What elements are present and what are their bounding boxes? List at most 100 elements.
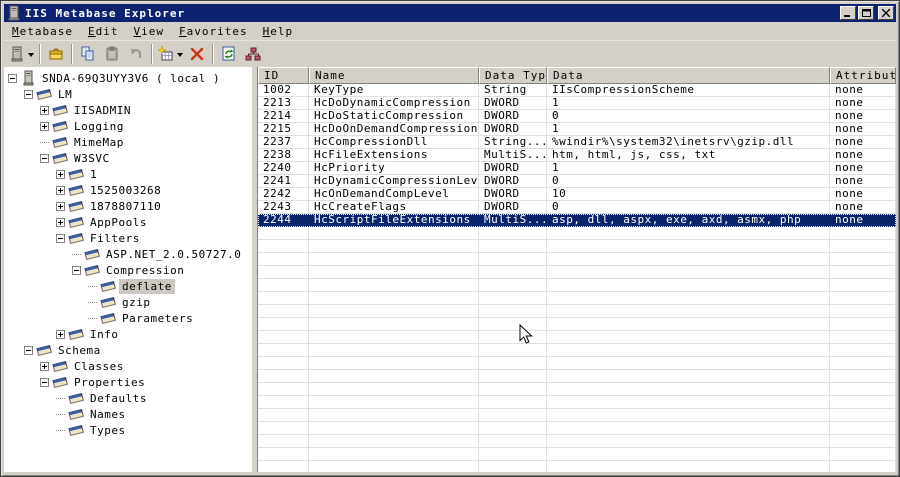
cell-attributes bbox=[830, 344, 896, 357]
table-row-empty[interactable] bbox=[258, 344, 896, 357]
menu-item-help[interactable]: Help bbox=[256, 23, 302, 40]
tree-node-asp-net-2-0-50727-0[interactable]: ASP.NET_2.0.50727.0 bbox=[4, 246, 251, 262]
tree-node-parameters[interactable]: Parameters bbox=[4, 310, 251, 326]
table-row-2242[interactable]: 2242 HcOnDemandCompLevel DWORD 10 none bbox=[258, 188, 896, 201]
table-row-empty[interactable] bbox=[258, 396, 896, 409]
hierarchy-view-button[interactable] bbox=[241, 43, 265, 65]
menu-item-view[interactable]: View bbox=[126, 23, 172, 40]
table-row-2241[interactable]: 2241 HcDynamicCompressionLevel DWORD 0 none bbox=[258, 175, 896, 188]
collapse-icon[interactable] bbox=[40, 377, 49, 387]
collapse-icon[interactable] bbox=[8, 73, 17, 83]
table-row-2240[interactable]: 2240 HcPriority DWORD 1 none bbox=[258, 162, 896, 175]
cell-id bbox=[258, 383, 309, 396]
cell-id: 2213 bbox=[258, 97, 309, 110]
menu-item-favorites[interactable]: Favorites bbox=[172, 23, 256, 40]
table-row-empty[interactable] bbox=[258, 279, 896, 292]
delete-button[interactable] bbox=[185, 43, 209, 65]
table-row-empty[interactable] bbox=[258, 240, 896, 253]
table-row-empty[interactable] bbox=[258, 318, 896, 331]
column-header-data-type[interactable]: Data Type bbox=[479, 67, 547, 84]
undo-button[interactable] bbox=[124, 43, 148, 65]
table-row-2244[interactable]: 2244 HcScriptFileExtensions MultiS... asp, … bbox=[258, 214, 896, 227]
table-row-empty[interactable] bbox=[258, 383, 896, 396]
maximize-button[interactable] bbox=[858, 6, 874, 20]
menu-item-metabase[interactable]: Metabase bbox=[5, 23, 81, 40]
table-row-empty[interactable] bbox=[258, 461, 896, 472]
tree-node-deflate[interactable]: deflate bbox=[4, 278, 251, 294]
tree-node-names[interactable]: Names bbox=[4, 406, 251, 422]
tree-node-properties[interactable]: Properties bbox=[4, 374, 251, 390]
column-header-name[interactable]: Name bbox=[309, 67, 479, 84]
tree-node-w3svc[interactable]: W3SVC bbox=[4, 150, 251, 166]
table-row-empty[interactable] bbox=[258, 292, 896, 305]
expand-icon[interactable] bbox=[56, 217, 65, 227]
table-row-empty[interactable] bbox=[258, 253, 896, 266]
collapse-icon[interactable] bbox=[72, 265, 81, 275]
tree-node-iisadmin[interactable]: IISADMIN bbox=[4, 102, 251, 118]
expand-icon[interactable] bbox=[40, 105, 49, 115]
table-row-1002[interactable]: 1002 KeyType String IIsCompressionScheme non… bbox=[258, 84, 896, 97]
cell-type: DWORD bbox=[479, 175, 547, 188]
tree-node-filters[interactable]: Filters bbox=[4, 230, 251, 246]
table-row-empty[interactable] bbox=[258, 331, 896, 344]
minimize-button[interactable] bbox=[840, 6, 856, 20]
table-row-2237[interactable]: 2237 HcCompressionDll String... %windir%\sy… bbox=[258, 136, 896, 149]
table-row-empty[interactable] bbox=[258, 422, 896, 435]
expand-icon[interactable] bbox=[40, 121, 49, 131]
copy-button[interactable] bbox=[76, 43, 100, 65]
tree-node-classes[interactable]: Classes bbox=[4, 358, 251, 374]
column-header-attributes[interactable]: Attributes bbox=[830, 67, 896, 84]
expand-icon[interactable] bbox=[56, 169, 65, 179]
paste-button[interactable] bbox=[100, 43, 124, 65]
table-row-empty[interactable] bbox=[258, 409, 896, 422]
column-header-id[interactable]: ID bbox=[258, 67, 309, 84]
tree-node-defaults[interactable]: Defaults bbox=[4, 390, 251, 406]
tree-node-compression[interactable]: Compression bbox=[4, 262, 251, 278]
tree-node-snda-69q3uyy3v6-local[interactable]: SNDA-69Q3UYY3V6 ( local ) bbox=[4, 70, 251, 86]
expand-icon[interactable] bbox=[56, 185, 65, 195]
table-row-empty[interactable] bbox=[258, 305, 896, 318]
tree-node-1[interactable]: 1 bbox=[4, 166, 251, 182]
table-row-empty[interactable] bbox=[258, 435, 896, 448]
tree-node-mimemap[interactable]: MimeMap bbox=[4, 134, 251, 150]
table-row-empty[interactable] bbox=[258, 357, 896, 370]
table-row-2215[interactable]: 2215 HcDoOnDemandCompression DWORD 1 none bbox=[258, 123, 896, 136]
collapse-icon[interactable] bbox=[24, 89, 33, 99]
expand-icon[interactable] bbox=[40, 361, 49, 371]
tree-node-types[interactable]: Types bbox=[4, 422, 251, 438]
tree-node-gzip[interactable]: gzip bbox=[4, 294, 251, 310]
tree-node-apppools[interactable]: AppPools bbox=[4, 214, 251, 230]
table-row-empty[interactable] bbox=[258, 266, 896, 279]
expand-icon[interactable] bbox=[56, 329, 65, 339]
dropdown-arrow-icon[interactable] bbox=[177, 52, 183, 60]
tree-node-schema[interactable]: Schema bbox=[4, 342, 251, 358]
collapse-icon[interactable] bbox=[40, 153, 49, 163]
table-row-2214[interactable]: 2214 HcDoStaticCompression DWORD 0 none bbox=[258, 110, 896, 123]
table-row-empty[interactable] bbox=[258, 227, 896, 240]
cell-type bbox=[479, 370, 547, 383]
new-key-button[interactable] bbox=[156, 43, 185, 65]
panel-splitter[interactable] bbox=[251, 67, 258, 472]
table-row-empty[interactable] bbox=[258, 448, 896, 461]
open-button[interactable] bbox=[44, 43, 68, 65]
table-row-empty[interactable] bbox=[258, 370, 896, 383]
collapse-icon[interactable] bbox=[24, 345, 33, 355]
tree-node-lm[interactable]: LM bbox=[4, 86, 251, 102]
tree-node-label: deflate bbox=[119, 278, 175, 294]
tree-node-1878807110[interactable]: 1878807110 bbox=[4, 198, 251, 214]
table-row-2238[interactable]: 2238 HcFileExtensions MultiS... htm, html, … bbox=[258, 149, 896, 162]
collapse-icon[interactable] bbox=[56, 233, 65, 243]
table-row-2213[interactable]: 2213 HcDoDynamicCompression DWORD 1 none bbox=[258, 97, 896, 110]
refresh-button[interactable] bbox=[217, 43, 241, 65]
table-row-2243[interactable]: 2243 HcCreateFlags DWORD 0 none bbox=[258, 201, 896, 214]
tree-node-logging[interactable]: Logging bbox=[4, 118, 251, 134]
close-button[interactable] bbox=[878, 6, 894, 20]
column-header-data[interactable]: Data bbox=[547, 67, 830, 84]
tree-node-1525003268[interactable]: 1525003268 bbox=[4, 182, 251, 198]
menu-item-edit[interactable]: Edit bbox=[81, 23, 127, 40]
cell-attributes bbox=[830, 409, 896, 422]
dropdown-arrow-icon[interactable] bbox=[28, 52, 34, 60]
expand-icon[interactable] bbox=[56, 201, 65, 211]
connect-server-button[interactable] bbox=[7, 43, 36, 65]
tree-node-info[interactable]: Info bbox=[4, 326, 251, 342]
